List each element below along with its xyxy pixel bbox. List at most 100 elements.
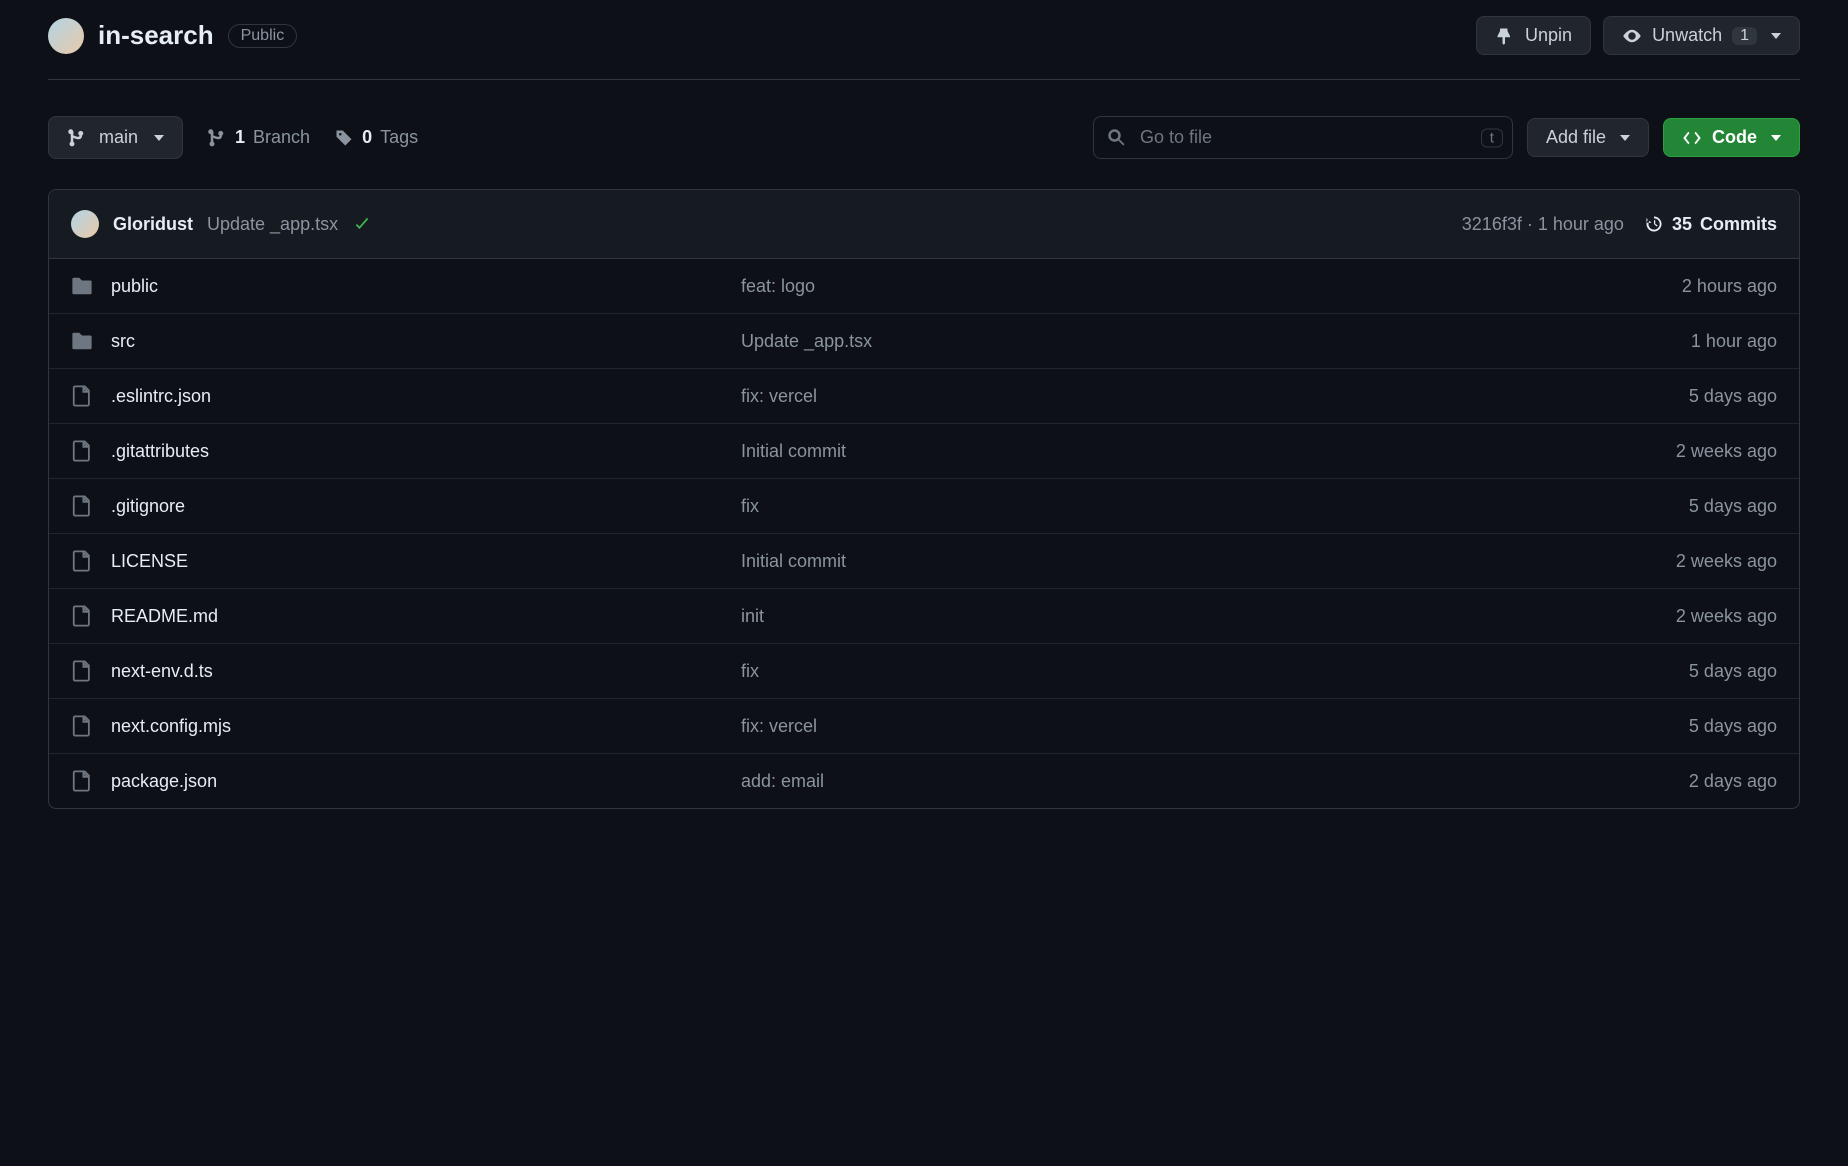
- file-link[interactable]: src: [111, 331, 135, 352]
- table-row: README.md init 2 weeks ago: [49, 589, 1799, 644]
- repo-title-group: in-search Public: [48, 18, 297, 54]
- branches-link[interactable]: 1 Branch: [207, 127, 310, 148]
- separator: ·: [1527, 214, 1533, 234]
- folder-icon: [71, 330, 93, 352]
- commit-message-link[interactable]: Update _app.tsx: [741, 331, 872, 351]
- caret-down-icon: [1616, 127, 1630, 148]
- file-name-cell: .eslintrc.json: [71, 385, 741, 407]
- pin-icon: [1495, 26, 1515, 46]
- caret-down-icon: [1767, 25, 1781, 46]
- unwatch-label: Unwatch: [1652, 25, 1722, 46]
- file-link[interactable]: .gitignore: [111, 496, 185, 517]
- commit-time: 1 hour ago: [1538, 214, 1624, 234]
- branch-icon: [207, 128, 227, 148]
- file-name-cell: src: [71, 330, 741, 352]
- file-listing: Gloridust Update _app.tsx 3216f3f · 1 ho…: [48, 189, 1800, 809]
- file-name-cell: .gitattributes: [71, 440, 741, 462]
- file-link[interactable]: .gitattributes: [111, 441, 209, 462]
- caret-down-icon: [150, 127, 164, 148]
- file-time: 2 weeks ago: [1517, 606, 1777, 627]
- file-name-cell: LICENSE: [71, 550, 741, 572]
- add-file-button[interactable]: Add file: [1527, 118, 1649, 157]
- branch-icon: [67, 128, 87, 148]
- table-row: LICENSE Initial commit 2 weeks ago: [49, 534, 1799, 589]
- commit-message-link[interactable]: fix: [741, 661, 759, 681]
- file-time: 2 weeks ago: [1517, 551, 1777, 572]
- tags-link[interactable]: 0 Tags: [334, 127, 418, 148]
- commit-message-link[interactable]: add: email: [741, 771, 824, 791]
- unpin-label: Unpin: [1525, 25, 1572, 46]
- commit-message-link[interactable]: Initial commit: [741, 551, 846, 571]
- header-actions: Unpin Unwatch 1: [1476, 16, 1800, 55]
- file-name-cell: public: [71, 275, 741, 297]
- commit-right: 3216f3f · 1 hour ago 35 Commits: [1462, 214, 1777, 235]
- owner-avatar[interactable]: [48, 18, 84, 54]
- check-icon[interactable]: [352, 214, 372, 234]
- file-rows: public feat: logo 2 hours ago src Update _ap…: [49, 259, 1799, 808]
- commits-link[interactable]: 35 Commits: [1644, 214, 1777, 235]
- tag-label: Tags: [380, 127, 418, 148]
- search-input[interactable]: [1093, 116, 1513, 159]
- file-link[interactable]: README.md: [111, 606, 218, 627]
- search-kbd: t: [1481, 128, 1503, 147]
- file-name-cell: README.md: [71, 605, 741, 627]
- file-icon: [71, 440, 93, 462]
- file-link[interactable]: .eslintrc.json: [111, 386, 211, 407]
- file-time: 2 weeks ago: [1517, 441, 1777, 462]
- latest-commit-bar: Gloridust Update _app.tsx 3216f3f · 1 ho…: [49, 190, 1799, 259]
- branch-select-button[interactable]: main: [48, 116, 183, 159]
- commit-message-cell: init: [741, 606, 1517, 627]
- repo-name[interactable]: in-search: [98, 20, 214, 51]
- file-link[interactable]: LICENSE: [111, 551, 188, 572]
- commit-message-link[interactable]: fix: vercel: [741, 716, 817, 736]
- commit-message-cell: Initial commit: [741, 441, 1517, 462]
- unwatch-button[interactable]: Unwatch 1: [1603, 16, 1800, 55]
- file-time: 5 days ago: [1517, 496, 1777, 517]
- folder-icon: [71, 275, 93, 297]
- commit-message-cell: fix: [741, 496, 1517, 517]
- commit-message-link[interactable]: feat: logo: [741, 276, 815, 296]
- file-time: 5 days ago: [1517, 386, 1777, 407]
- toolbar-right: t Add file Code: [1093, 116, 1800, 159]
- file-link[interactable]: public: [111, 276, 158, 297]
- commit-message-link[interactable]: fix: [741, 496, 759, 516]
- unpin-button[interactable]: Unpin: [1476, 16, 1591, 55]
- commit-hash[interactable]: 3216f3f: [1462, 214, 1522, 234]
- commit-message-link[interactable]: fix: vercel: [741, 386, 817, 406]
- table-row: next-env.d.ts fix 5 days ago: [49, 644, 1799, 699]
- file-icon: [71, 495, 93, 517]
- commit-message-link[interactable]: init: [741, 606, 764, 626]
- watch-count: 1: [1732, 27, 1757, 45]
- table-row: package.json add: email 2 days ago: [49, 754, 1799, 808]
- table-row: .gitattributes Initial commit 2 weeks ago: [49, 424, 1799, 479]
- file-time: 2 days ago: [1517, 771, 1777, 792]
- table-row: public feat: logo 2 hours ago: [49, 259, 1799, 314]
- file-time: 2 hours ago: [1517, 276, 1777, 297]
- file-icon: [71, 385, 93, 407]
- table-row: next.config.mjs fix: vercel 5 days ago: [49, 699, 1799, 754]
- code-button[interactable]: Code: [1663, 118, 1800, 157]
- commit-message-cell: fix: [741, 661, 1517, 682]
- toolbar-left: main 1 Branch 0 Tags: [48, 116, 418, 159]
- author-avatar[interactable]: [71, 210, 99, 238]
- file-name-cell: package.json: [71, 770, 741, 792]
- file-time: 5 days ago: [1517, 661, 1777, 682]
- commit-message-link[interactable]: Initial commit: [741, 441, 846, 461]
- file-link[interactable]: next.config.mjs: [111, 716, 231, 737]
- file-icon: [71, 660, 93, 682]
- commit-message-cell: fix: vercel: [741, 716, 1517, 737]
- table-row: srcUpdate _app.tsx1 hour ago: [49, 314, 1799, 369]
- file-time: 5 days ago: [1517, 716, 1777, 737]
- code-label: Code: [1712, 127, 1757, 148]
- file-icon: [71, 605, 93, 627]
- search-icon: [1107, 128, 1127, 148]
- branch-name: main: [99, 127, 138, 148]
- branch-label: Branch: [253, 127, 310, 148]
- file-icon: [71, 770, 93, 792]
- file-link[interactable]: next-env.d.ts: [111, 661, 213, 682]
- branch-count: 1: [235, 127, 245, 148]
- file-link[interactable]: package.json: [111, 771, 217, 792]
- repo-header: in-search Public Unpin Unwatch 1: [48, 16, 1800, 80]
- commit-message[interactable]: Update _app.tsx: [207, 214, 338, 235]
- commit-author[interactable]: Gloridust: [113, 214, 193, 235]
